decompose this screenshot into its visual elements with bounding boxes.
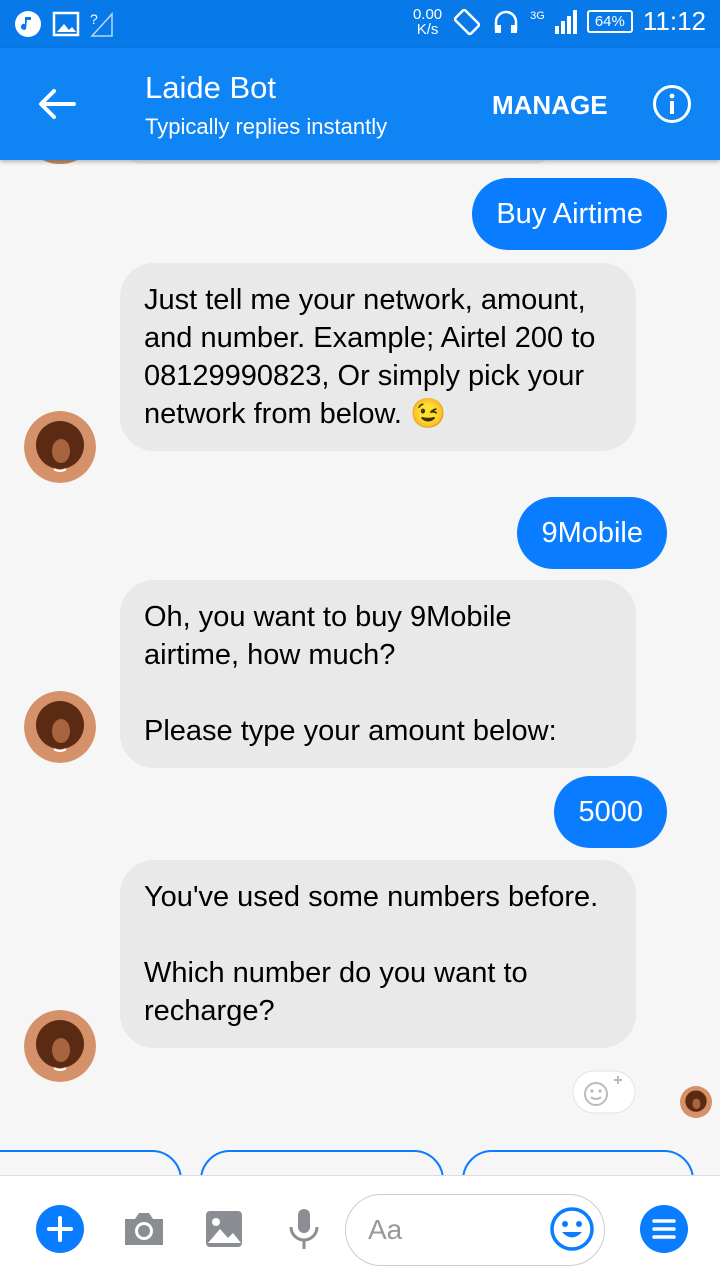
rotate-icon [453,8,481,35]
user-message[interactable]: Buy Airtime [472,178,667,250]
camera-icon[interactable] [120,1205,168,1253]
microphone-icon[interactable] [280,1205,328,1253]
quick-reply-option[interactable] [462,1150,694,1175]
previous-message [128,160,548,164]
svg-text:?: ? [90,11,98,27]
bot-message[interactable]: Just tell me your network, amount, and n… [120,263,636,451]
emoji-icon[interactable] [548,1205,596,1253]
message-thread[interactable]: Buy Airtime Just tell me your network, a… [0,160,720,1175]
bot-avatar[interactable] [24,691,96,763]
manage-button[interactable]: MANAGE [492,90,608,121]
user-message[interactable]: 5000 [554,776,667,848]
image-icon[interactable] [200,1205,248,1253]
bot-avatar[interactable] [24,1010,96,1082]
status-bar: ? 0.00 K/s 3G 64% 11:12 [0,0,720,48]
chat-subtitle: Typically replies instantly [145,114,388,139]
bot-avatar[interactable] [24,411,96,483]
music-notification-icon [15,11,41,37]
headset-icon [494,10,518,33]
quick-reply-option[interactable] [0,1150,182,1175]
message-input-placeholder: Aa [368,1214,403,1245]
info-icon[interactable] [652,84,692,124]
clock: 11:12 [642,6,706,36]
user-message[interactable]: 9Mobile [517,497,667,569]
app-bar: Laide Bot Typically replies instantly MA… [0,48,720,160]
menu-icon[interactable] [640,1205,688,1253]
network-speed: 0.00 K/s [412,5,443,38]
bot-message[interactable]: Oh, you want to buy 9Mobile airtime, how… [120,580,636,768]
bot-message[interactable]: You've used some numbers before. Which n… [120,860,636,1048]
chat-title: Laide Bot [145,70,276,105]
no-signal-icon: ? [90,11,113,37]
quick-reply-option[interactable] [200,1150,444,1175]
message-composer: Aa [0,1175,720,1281]
battery-indicator: 64% [586,10,633,33]
previous-avatar [30,160,90,164]
plus-icon[interactable] [36,1205,84,1253]
back-arrow-icon[interactable] [34,82,78,126]
add-reaction-icon[interactable] [572,1070,636,1114]
read-receipt-avatar [680,1086,712,1118]
signal-icon [554,9,577,34]
network-type: 3G [530,10,545,22]
gallery-notification-icon [52,11,80,37]
